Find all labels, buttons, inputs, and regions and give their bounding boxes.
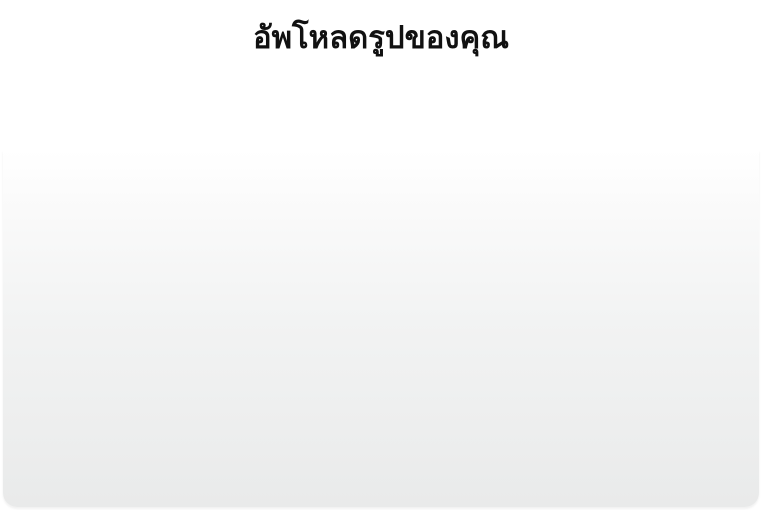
upload-drop-area[interactable] bbox=[3, 150, 759, 507]
upload-page: อัพโหลดรูปของคุณ bbox=[0, 0, 762, 510]
page-title: อัพโหลดรูปของคุณ bbox=[252, 20, 510, 56]
